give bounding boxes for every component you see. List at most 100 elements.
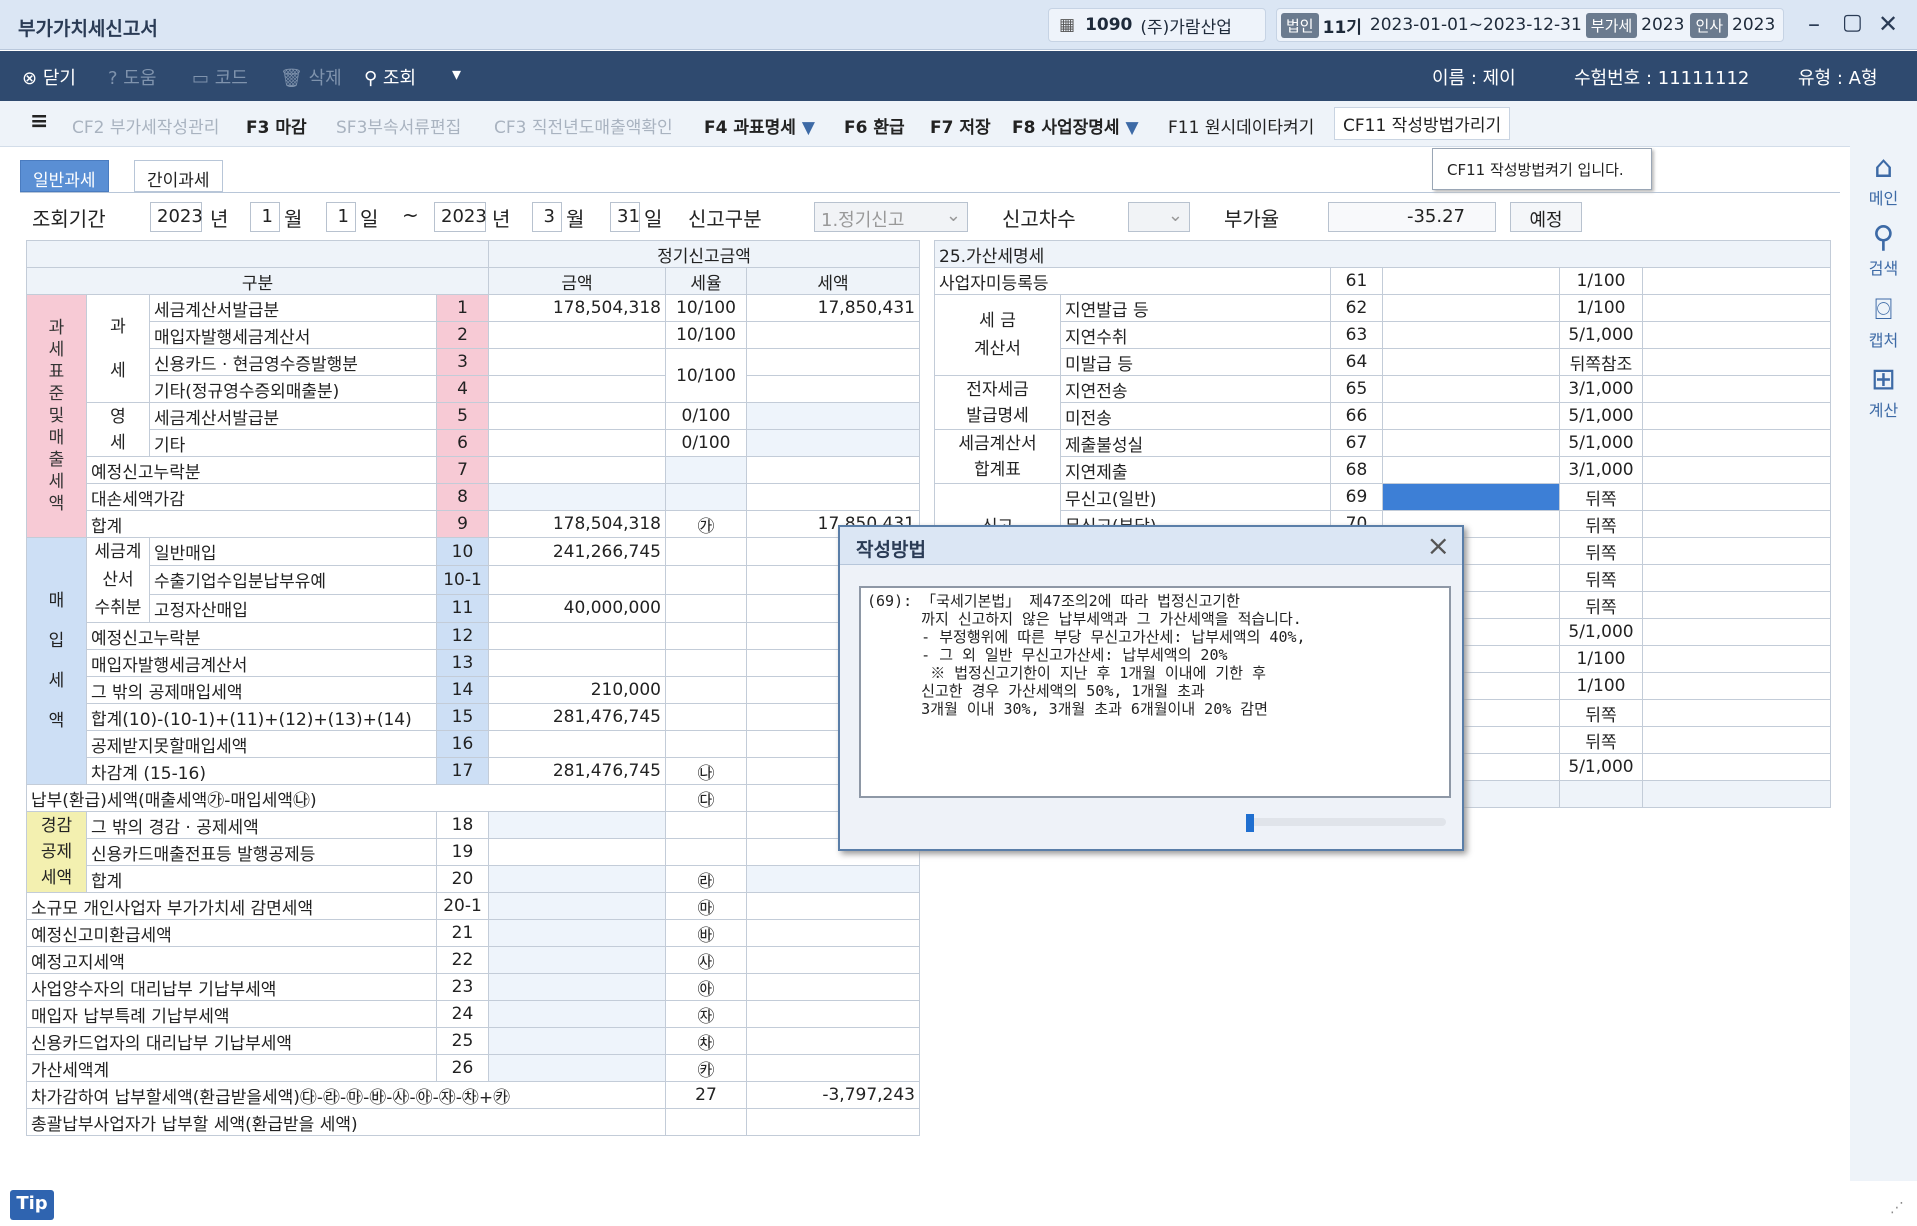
row26-label: 가산세액계 bbox=[26, 1054, 437, 1082]
maximize-icon[interactable]: ▢ bbox=[1842, 10, 1863, 35]
row2-amount[interactable] bbox=[488, 321, 666, 349]
period-chip[interactable]: 법인 11기 2023-01-01~2023-12-31 부가세 2023 인사… bbox=[1276, 8, 1784, 42]
row10-amount[interactable]: 241,266,745 bbox=[488, 536, 666, 567]
close-window-icon[interactable]: ✕ bbox=[1878, 10, 1898, 38]
report-seq-label: 신고차수 bbox=[1002, 207, 1076, 231]
f3-close-button[interactable]: F3 마감 bbox=[246, 113, 307, 138]
end-day-input[interactable]: 31 bbox=[610, 202, 640, 232]
row20-1-no: 20-1 bbox=[436, 892, 489, 920]
penalty-row67-amount[interactable] bbox=[1382, 429, 1560, 457]
home-icon: ⌂ bbox=[1873, 150, 1894, 185]
building-icon: ▦ bbox=[1059, 15, 1076, 35]
f7-save-button[interactable]: F7 저장 bbox=[930, 113, 991, 138]
tip-button[interactable]: Tip bbox=[10, 1190, 54, 1220]
f11-button[interactable]: F11 원시데이타켜기 bbox=[1168, 113, 1314, 138]
minimize-icon[interactable]: – bbox=[1808, 10, 1820, 38]
row8-no: 8 bbox=[436, 483, 489, 511]
row14-amount[interactable]: 210,000 bbox=[488, 676, 666, 704]
dialog-close-icon[interactable]: × bbox=[1427, 529, 1450, 562]
row23-tax[interactable] bbox=[746, 973, 920, 1001]
row5-label: 세금계산서발급분 bbox=[149, 402, 437, 430]
hr-badge: 인사 bbox=[1690, 12, 1729, 38]
row3-amount[interactable] bbox=[488, 348, 666, 376]
row6-amount[interactable] bbox=[488, 429, 666, 457]
more-dropdown[interactable]: ▾ bbox=[452, 64, 461, 85]
cf11-button[interactable]: CF11 작성방법가리기 bbox=[1334, 107, 1511, 140]
row16-amount[interactable] bbox=[488, 730, 666, 758]
tab-simple[interactable]: 간이과세 bbox=[134, 160, 223, 192]
penalty-row63-label: 지연수취 bbox=[1060, 321, 1331, 349]
penalty-row68-amount[interactable] bbox=[1382, 456, 1560, 484]
help-button[interactable]: ? 도움 bbox=[108, 64, 156, 90]
dialog-scroll-thumb[interactable] bbox=[1246, 814, 1254, 832]
row21-tax[interactable] bbox=[746, 919, 920, 947]
end-month-input[interactable]: 3 bbox=[532, 202, 562, 232]
start-year-input[interactable]: 2023 bbox=[150, 202, 203, 232]
unregistered-label: 사업자미등록등 bbox=[934, 267, 1331, 295]
row10-rate bbox=[665, 536, 747, 567]
row12-amount[interactable] bbox=[488, 622, 666, 650]
row8-tax[interactable] bbox=[746, 483, 920, 511]
row1-amount[interactable]: 178,504,318 bbox=[488, 294, 666, 322]
row7-amount[interactable] bbox=[488, 456, 666, 484]
dialog-text-area[interactable]: (69): 「국세기본법」 제47조의2에 따라 법정신고기한 까지 신고하지 … bbox=[859, 586, 1451, 798]
cf2-button[interactable]: CF2 부가세작성관리 bbox=[72, 113, 219, 138]
sf3-button[interactable]: SF3부속서류편집 bbox=[336, 113, 461, 138]
resize-grip-icon[interactable]: ⋰ bbox=[1890, 1200, 1904, 1216]
row20-1-tax[interactable] bbox=[746, 892, 920, 920]
row25-tax[interactable] bbox=[746, 1027, 920, 1055]
company-chip[interactable]: ▦ 1090 (주)가람산업 bbox=[1048, 8, 1266, 42]
report-type-select[interactable]: 1.정기신고 ⌄ bbox=[814, 202, 968, 232]
dialog-scroll-track[interactable] bbox=[1246, 818, 1446, 826]
purchase-group-label: 매 입 세 액 bbox=[26, 537, 87, 785]
penalty-row64-amount[interactable] bbox=[1382, 348, 1560, 376]
delete-button[interactable]: 🗑 삭제 bbox=[280, 64, 342, 90]
penalty-row66-amount[interactable] bbox=[1382, 402, 1560, 430]
penalty-row62-amount[interactable] bbox=[1382, 294, 1560, 322]
report-seq-select[interactable]: ⌄ bbox=[1128, 202, 1190, 232]
penalty-row69-amount[interactable] bbox=[1382, 483, 1560, 511]
row19-amount[interactable] bbox=[488, 838, 666, 866]
row10-1-no: 10-1 bbox=[436, 565, 489, 595]
row24-tax[interactable] bbox=[746, 1000, 920, 1028]
preliminary-button[interactable]: 예정 bbox=[1510, 202, 1582, 232]
cf3-button[interactable]: CF3 직전년도매출액확인 bbox=[494, 113, 673, 138]
row5-amount[interactable] bbox=[488, 402, 666, 430]
row4-amount[interactable] bbox=[488, 375, 666, 403]
period-range: 2023-01-01~2023-12-31 bbox=[1369, 15, 1582, 35]
payable-label: 납부(환급)세액(매출세액㉮-매입세액㉯) bbox=[26, 784, 666, 812]
row3-label: 신용카드 · 현금영수증발행분 bbox=[149, 348, 437, 376]
tab-general[interactable]: 일반과세 bbox=[20, 160, 109, 192]
sidebar-search[interactable]: ⚲ 검색 bbox=[1850, 221, 1917, 279]
penalty-row65-amount[interactable] bbox=[1382, 375, 1560, 403]
sidebar-main[interactable]: ⌂ 메인 bbox=[1850, 151, 1917, 209]
row13-amount[interactable] bbox=[488, 649, 666, 677]
sidebar-capture[interactable]: ⌼ 캡처 bbox=[1850, 293, 1917, 351]
f4-button[interactable]: F4 과표명세 ▼ bbox=[704, 113, 815, 138]
view-button[interactable]: ⚲ 조회 bbox=[364, 64, 416, 90]
unregistered-amount[interactable] bbox=[1382, 267, 1560, 295]
penalty-row67-tax bbox=[1641, 429, 1832, 457]
row20-amount bbox=[488, 865, 666, 893]
row6-label: 기타 bbox=[149, 429, 437, 457]
code-button[interactable]: ▭ 코드 bbox=[192, 64, 248, 90]
f8-button[interactable]: F8 사업장명세 ▼ bbox=[1012, 113, 1139, 138]
f6-refund-button[interactable]: F6 환급 bbox=[844, 113, 905, 138]
row24-symbol: ㉶ bbox=[665, 1000, 747, 1028]
start-month-input[interactable]: 1 bbox=[250, 202, 280, 232]
row22-tax[interactable] bbox=[746, 946, 920, 974]
title-bar: 부가가치세신고서 ▦ 1090 (주)가람산업 법인 11기 2023-01-0… bbox=[0, 0, 1917, 50]
close-button[interactable]: ⊗ 닫기 bbox=[22, 64, 76, 90]
deduct-group-label: 경감 공제 세액 bbox=[26, 811, 87, 893]
payable-symbol: ㉰ bbox=[665, 784, 747, 812]
row25-symbol: ㉷ bbox=[665, 1027, 747, 1055]
row11-amount[interactable]: 40,000,000 bbox=[488, 593, 666, 624]
sidebar-calc[interactable]: ⊞ 계산 bbox=[1850, 363, 1917, 421]
start-day-input[interactable]: 1 bbox=[326, 202, 356, 232]
row26-amount bbox=[488, 1054, 666, 1082]
row10-1-amount[interactable] bbox=[488, 565, 666, 595]
end-year-input[interactable]: 2023 bbox=[434, 202, 487, 232]
penalty-row63-amount[interactable] bbox=[1382, 321, 1560, 349]
penalty-extra-rate-4: 5/1,000 bbox=[1559, 618, 1643, 646]
hamburger-menu-icon[interactable]: ≡ bbox=[30, 109, 48, 134]
